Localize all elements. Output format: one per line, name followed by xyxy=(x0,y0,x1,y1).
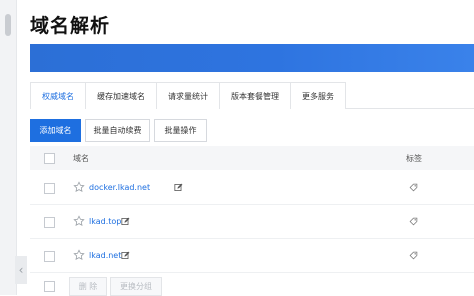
edit-icon[interactable] xyxy=(174,183,183,192)
tab-version-plan-management[interactable]: 版本套餐管理 xyxy=(219,82,291,109)
scrollbar-thumb[interactable] xyxy=(5,14,11,36)
star-icon[interactable] xyxy=(73,215,85,227)
domain-link[interactable]: lkad.net xyxy=(89,251,121,260)
row-checkbox[interactable] xyxy=(44,217,55,228)
tag-icon[interactable] xyxy=(409,251,418,260)
delete-button[interactable]: 删 除 xyxy=(69,277,107,296)
domain-link[interactable]: docker.lkad.net xyxy=(89,183,150,192)
table-row: docker.lkad.net xyxy=(30,172,474,205)
tag-icon[interactable] xyxy=(409,217,418,226)
banner xyxy=(30,44,474,72)
bottom-select-all-checkbox[interactable] xyxy=(44,281,55,292)
table-header: 域名 标签 xyxy=(30,146,474,170)
row-checkbox[interactable] xyxy=(44,183,55,194)
action-toolbar: 添加域名 批量自动续费 批量操作 xyxy=(30,119,207,142)
domain-link[interactable]: lkad.top xyxy=(89,217,121,226)
page-title: 域名解析 xyxy=(30,15,111,37)
collapse-sidebar-icon[interactable]: ‹ xyxy=(15,256,27,284)
tab-cache-acceleration-domains[interactable]: 缓存加速域名 xyxy=(85,82,157,109)
tag-column-header: 标签 xyxy=(406,154,422,163)
table-row: lkad.top xyxy=(30,206,474,239)
main-content: 域名解析 权威域名 缓存加速域名 请求量统计 版本套餐管理 更多服务 添加域名 … xyxy=(30,0,474,296)
batch-auto-renew-button[interactable]: 批量自动续费 xyxy=(85,119,150,142)
batch-operations-button[interactable]: 批量操作 xyxy=(154,119,207,142)
tag-icon[interactable] xyxy=(409,183,418,192)
left-scroll-rail[interactable] xyxy=(0,0,17,295)
domain-column-header: 域名 xyxy=(73,154,89,163)
tab-authoritative-domains[interactable]: 权威域名 xyxy=(30,82,86,109)
select-all-checkbox[interactable] xyxy=(44,153,55,164)
star-icon[interactable] xyxy=(73,181,85,193)
tab-request-statistics[interactable]: 请求量统计 xyxy=(156,82,220,109)
edit-icon[interactable] xyxy=(121,217,130,226)
tab-bar: 权威域名 缓存加速域名 请求量统计 版本套餐管理 更多服务 xyxy=(30,82,474,109)
bottom-toolbar: 删 除 更换分组 xyxy=(30,276,474,296)
table-row: lkad.net xyxy=(30,240,474,273)
change-group-button[interactable]: 更换分组 xyxy=(110,277,162,296)
edit-icon[interactable] xyxy=(121,251,130,260)
add-domain-button[interactable]: 添加域名 xyxy=(30,119,81,142)
star-icon[interactable] xyxy=(73,249,85,261)
row-checkbox[interactable] xyxy=(44,251,55,262)
tab-more-services[interactable]: 更多服务 xyxy=(290,82,346,109)
